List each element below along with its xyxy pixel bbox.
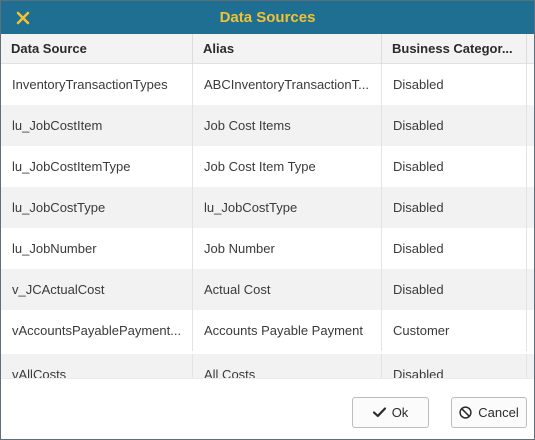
cancel-icon <box>459 406 472 419</box>
data-sources-dialog: Data Sources Data Source Alias Business … <box>0 0 535 440</box>
dialog-title: Data Sources <box>219 9 316 26</box>
cancel-button[interactable]: Cancel <box>451 397 527 428</box>
data-source-cell: lu_JobCostItem <box>1 105 193 146</box>
table-row[interactable]: lu_JobCostType lu_JobCostType Disabled <box>1 187 534 228</box>
table-row[interactable]: lu_JobCostItem Job Cost Items Disabled <box>1 105 534 146</box>
alias-cell: Job Cost Item Type <box>193 146 382 187</box>
alias-cell: Actual Cost <box>193 269 382 310</box>
business-category-cell: Disabled <box>382 354 527 378</box>
alias-cell: ABCInventoryTransactionT... <box>193 64 382 105</box>
data-source-cell: lu_JobNumber <box>1 228 193 269</box>
table-row[interactable]: InventoryTransactionTypes ABCInventoryTr… <box>1 64 534 105</box>
dialog-titlebar: Data Sources <box>1 1 534 34</box>
table-row[interactable]: lu_JobNumber Job Number Disabled <box>1 228 534 269</box>
data-source-cell: v_JCActualCost <box>1 269 193 310</box>
alias-cell: Accounts Payable Payment <box>193 310 382 351</box>
column-header-business-category[interactable]: Business Categor... <box>382 34 527 64</box>
table-row[interactable]: v_JCActualCost Actual Cost Disabled <box>1 269 534 310</box>
ok-button-label: Ok <box>391 405 409 420</box>
data-source-cell: InventoryTransactionTypes <box>1 64 193 105</box>
alias-cell: Job Number <box>193 228 382 269</box>
data-source-cell: vAllCosts <box>1 354 193 378</box>
dialog-footer: Ok Cancel <box>1 378 534 439</box>
business-category-cell: Disabled <box>382 105 527 146</box>
table-header: Data Source Alias Business Categor... <box>1 34 534 64</box>
alias-cell: lu_JobCostType <box>193 187 382 228</box>
data-source-cell: lu_JobCostType <box>1 187 193 228</box>
data-sources-grid: InventoryTransactionTypes ABCInventoryTr… <box>1 64 534 378</box>
checkmark-icon <box>372 407 386 418</box>
data-source-cell: vAccountsPayablePayment... <box>1 310 193 351</box>
ok-button[interactable]: Ok <box>352 397 429 428</box>
business-category-cell: Disabled <box>382 187 527 228</box>
column-header-data-source[interactable]: Data Source <box>1 34 193 64</box>
alias-cell: All Costs <box>193 354 382 378</box>
business-category-cell: Disabled <box>382 269 527 310</box>
alias-cell: Job Cost Items <box>193 105 382 146</box>
cancel-button-label: Cancel <box>478 405 519 420</box>
table-row[interactable]: vAccountsPayablePayment... Accounts Paya… <box>1 310 534 351</box>
data-source-cell: lu_JobCostItemType <box>1 146 193 187</box>
table-row[interactable]: vAllCosts All Costs Disabled <box>1 354 534 378</box>
table-row[interactable]: lu_JobCostItemType Job Cost Item Type Di… <box>1 146 534 187</box>
business-category-cell: Disabled <box>382 228 527 269</box>
business-category-cell: Disabled <box>382 64 527 105</box>
column-header-alias[interactable]: Alias <box>193 34 382 64</box>
business-category-cell: Disabled <box>382 146 527 187</box>
business-category-cell: Customer <box>382 310 527 351</box>
